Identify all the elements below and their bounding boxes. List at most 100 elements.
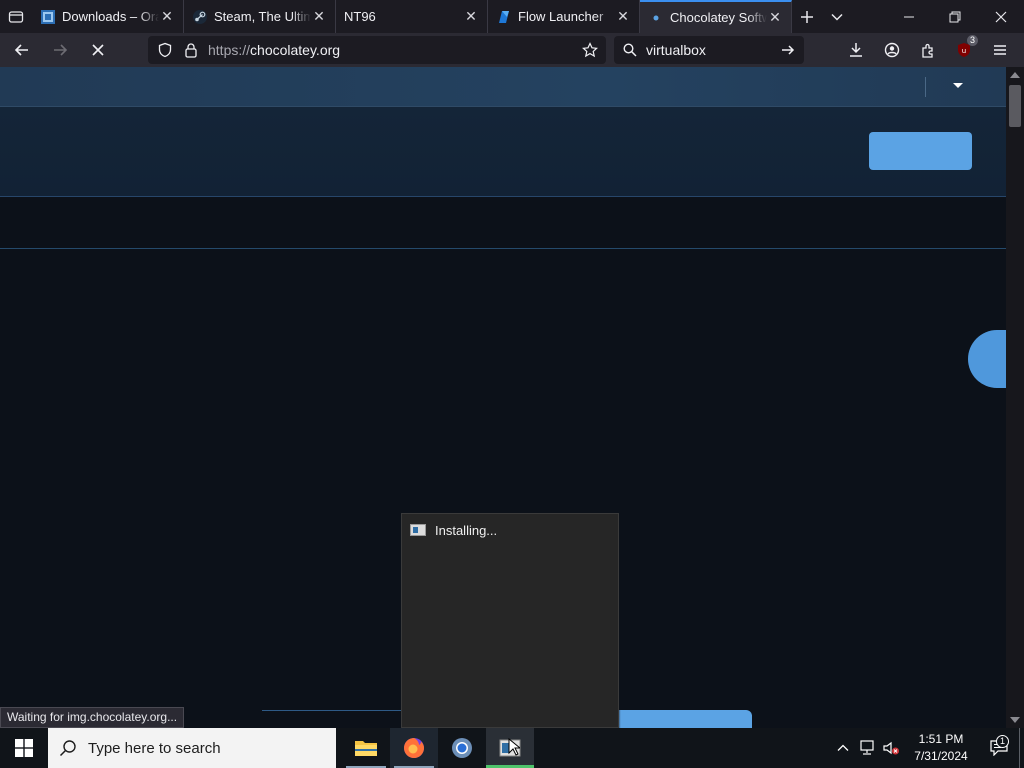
url-protocol: https:// [208, 42, 251, 58]
section-divider [0, 248, 1006, 249]
download-icon [850, 43, 862, 57]
restore-button[interactable] [932, 0, 978, 33]
account-button[interactable] [874, 33, 910, 67]
site-top-bar [0, 67, 1006, 107]
installer-window[interactable]: Installing... [401, 513, 619, 728]
show-hidden-icons-button[interactable] [831, 742, 855, 754]
dropdown-caret-icon[interactable] [953, 83, 963, 88]
toolbar-actions: u 3 [838, 33, 1018, 67]
bookmark-star-icon[interactable] [574, 42, 606, 58]
close-icon[interactable]: ✕ [159, 8, 175, 25]
windows-taskbar: Type here to search 1:51 PM 7/31/2024 1 [0, 728, 1024, 768]
tab-title: NT96 [344, 9, 376, 24]
network-icon [860, 740, 874, 755]
url-host: chocolatey.org [250, 42, 341, 58]
tab-virtualbox-downloads[interactable]: Downloads – Oracle VM VirtualBox ✕ [32, 0, 184, 33]
list-all-tabs-button[interactable] [822, 0, 852, 33]
installer-icon [410, 524, 426, 536]
lock-icon[interactable] [178, 42, 204, 58]
mouse-cursor-icon [508, 738, 520, 756]
browser-tab-strip: Downloads – Oracle VM VirtualBox ✕ Steam… [0, 0, 1024, 33]
tab-nt96[interactable]: NT96 ✕ [336, 0, 488, 33]
search-bar[interactable]: virtualbox [614, 36, 804, 64]
minimize-button[interactable] [886, 0, 932, 33]
folder-icon [355, 741, 377, 756]
tab-steam[interactable]: Steam, The Ultimate Online Game Platform… [184, 0, 336, 33]
close-icon[interactable]: ✕ [463, 8, 479, 25]
scroll-thumb[interactable] [1009, 85, 1021, 127]
navigation-toolbar: https://chocolatey.org virtualbox u 3 [0, 33, 1024, 67]
taskbar-firefox[interactable] [390, 728, 438, 768]
close-icon[interactable]: ✕ [615, 8, 631, 25]
installer-title-bar[interactable]: Installing... [402, 514, 618, 546]
taskbar-apps [342, 728, 534, 768]
search-icon [614, 43, 646, 57]
flow-launcher-icon [496, 9, 512, 25]
firefox-view-button[interactable] [0, 0, 32, 33]
taskbar-installer[interactable] [486, 728, 534, 768]
taskbar-chrome[interactable] [438, 728, 486, 768]
search-icon [48, 739, 88, 757]
show-desktop-button[interactable] [1019, 728, 1024, 768]
new-tab-button[interactable] [792, 0, 822, 33]
taskbar-clock[interactable]: 1:51 PM 7/31/2024 [903, 731, 979, 765]
close-icon[interactable]: ✕ [767, 9, 783, 26]
status-bar: Waiting for img.chocolatey.org... [0, 707, 185, 728]
extensions-button[interactable] [910, 33, 946, 67]
downloads-button[interactable] [838, 33, 874, 67]
taskbar-file-explorer[interactable] [342, 728, 390, 768]
header-cta-button[interactable] [869, 132, 972, 170]
chevron-down-icon [831, 13, 843, 21]
url-text[interactable]: https://chocolatey.org [208, 42, 574, 58]
forward-button[interactable] [44, 34, 76, 66]
tab-title: Downloads – Oracle VM VirtualBox [62, 9, 159, 24]
system-tray: 1:51 PM 7/31/2024 1 [831, 728, 1024, 768]
search-go-icon[interactable] [772, 43, 804, 57]
search-input[interactable]: virtualbox [646, 42, 772, 58]
notification-count-badge: 1 [996, 735, 1009, 748]
virtualbox-icon [40, 9, 56, 25]
taskbar-search-placeholder: Type here to search [88, 739, 221, 757]
window-controls [886, 0, 1024, 33]
arrow-right-icon [54, 44, 68, 56]
svg-text:u: u [962, 47, 966, 55]
account-icon [884, 42, 900, 58]
scroll-up-icon[interactable] [1010, 72, 1020, 78]
url-bar[interactable]: https://chocolatey.org [148, 36, 606, 64]
close-icon [995, 11, 1007, 22]
installer-title: Installing... [435, 522, 498, 538]
app-menu-button[interactable] [982, 33, 1018, 67]
close-window-button[interactable] [978, 0, 1024, 33]
firefox-icon [404, 738, 424, 758]
steam-icon [192, 9, 208, 25]
network-tray-button[interactable] [855, 740, 879, 756]
tab-title: Steam, The Ultimate Online Game Platform [214, 9, 311, 24]
plus-icon [801, 10, 813, 23]
clock-date: 7/31/2024 [914, 749, 968, 763]
stop-loading-button[interactable] [82, 34, 114, 66]
action-center-button[interactable]: 1 [979, 735, 1019, 756]
minimize-icon [904, 16, 914, 17]
volume-tray-button[interactable] [879, 740, 903, 756]
tracking-shield-icon[interactable] [152, 42, 178, 58]
windows-logo-icon [15, 739, 33, 757]
site-navigation [0, 107, 1006, 197]
restore-icon [949, 11, 961, 22]
hamburger-menu-icon [994, 45, 1006, 55]
tab-flow-launcher[interactable]: Flow Launcher ✕ [488, 0, 640, 33]
start-button[interactable] [0, 728, 48, 768]
tab-chocolatey[interactable]: Chocolatey Software ✕ [640, 0, 792, 33]
ublock-extension-button[interactable]: u 3 [946, 33, 982, 67]
close-icon[interactable]: ✕ [311, 8, 327, 25]
stop-icon [92, 44, 104, 56]
desktop: Downloads – Oracle VM VirtualBox ✕ Steam… [0, 0, 1024, 768]
back-button[interactable] [6, 34, 38, 66]
page-scrollbar[interactable] [1006, 67, 1024, 728]
tab-title: Flow Launcher [518, 9, 604, 24]
taskbar-search-box[interactable]: Type here to search [48, 728, 336, 768]
puzzle-icon [922, 43, 933, 58]
clock-time: 1:51 PM [918, 732, 964, 746]
loading-dot-icon [648, 10, 664, 26]
chat-widget-button[interactable] [968, 330, 1006, 388]
scroll-down-icon[interactable] [1010, 717, 1020, 723]
